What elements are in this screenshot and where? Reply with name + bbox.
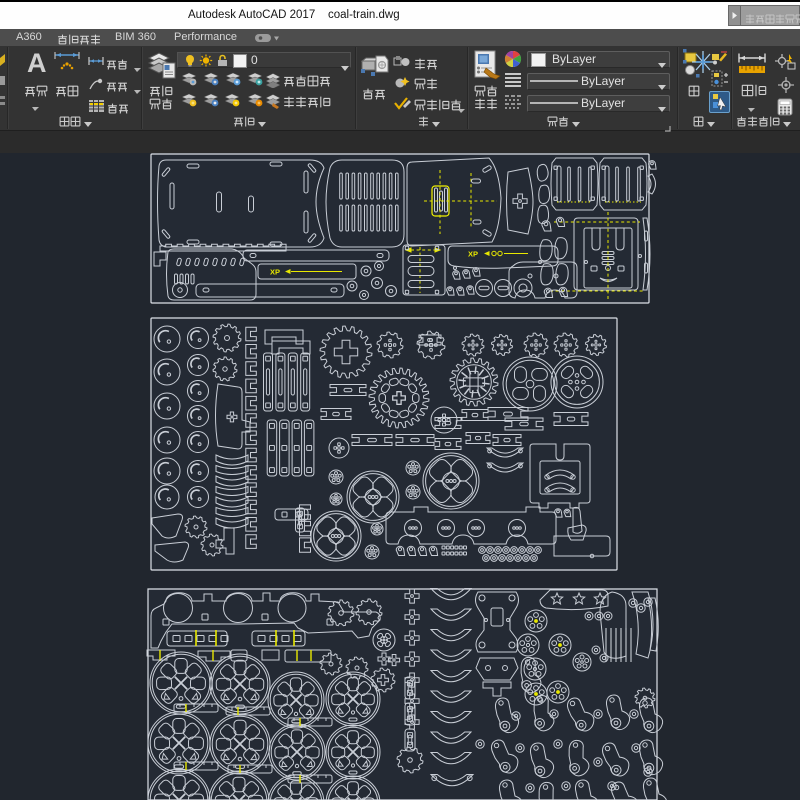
svg-text:XP: XP [270,268,280,277]
svg-text:XP: XP [468,250,478,259]
